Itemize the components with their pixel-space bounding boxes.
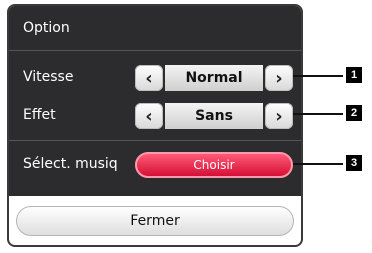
music-divider [9, 140, 301, 141]
music-label: Sélect. musiq [23, 156, 118, 172]
callout-badge-2: 2 [346, 105, 362, 121]
vitesse-next-button[interactable]: › [265, 65, 293, 91]
effet-value: Sans [165, 103, 263, 129]
dialog-dark-area: Option Vitesse ‹ Normal › Effet ‹ Sans ›… [9, 6, 301, 196]
vitesse-value: Normal [165, 65, 263, 91]
option-dialog: Option Vitesse ‹ Normal › Effet ‹ Sans ›… [7, 4, 303, 247]
chevron-right-icon: › [275, 105, 283, 127]
title-divider [9, 50, 301, 51]
effet-prev-button[interactable]: ‹ [135, 103, 163, 129]
callout-badge-3: 3 [346, 155, 362, 171]
callout-line-2 [293, 113, 343, 115]
fermer-button[interactable]: Fermer [16, 206, 294, 236]
effet-next-button[interactable]: › [265, 103, 293, 129]
dialog-title: Option [23, 20, 70, 36]
choisir-button[interactable]: Choisir [135, 152, 293, 178]
vitesse-prev-button[interactable]: ‹ [135, 65, 163, 91]
chevron-left-icon: ‹ [145, 67, 153, 89]
callout-badge-1: 1 [346, 67, 362, 83]
callout-line-3 [293, 163, 343, 165]
vitesse-label: Vitesse [23, 69, 74, 85]
callout-line-1 [293, 75, 343, 77]
chevron-left-icon: ‹ [145, 105, 153, 127]
effet-label: Effet [23, 107, 56, 123]
chevron-right-icon: › [275, 67, 283, 89]
